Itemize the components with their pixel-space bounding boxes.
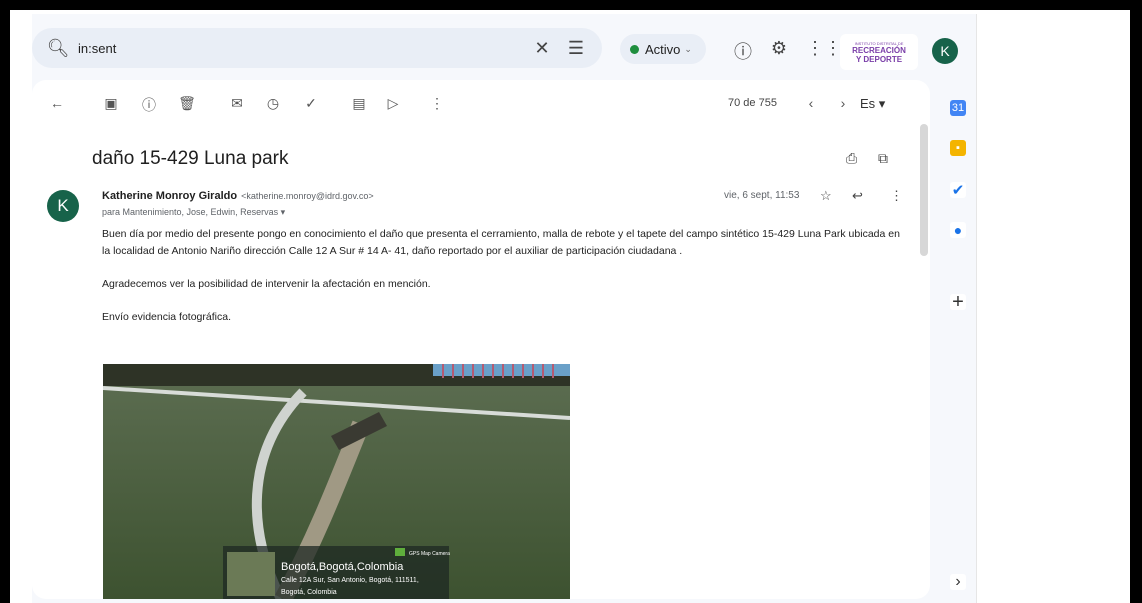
search-options-icon[interactable]: ☰: [564, 38, 588, 59]
snooze-icon[interactable]: ◷: [264, 95, 282, 112]
body-paragraph: Agradecemos ver la posibilidad de interv…: [102, 278, 431, 290]
expand-panel-icon[interactable]: ›: [950, 573, 966, 590]
body-paragraph: Buen día por medio del presente pongo en…: [102, 228, 900, 257]
calendar-icon[interactable]: 31: [950, 100, 966, 116]
search-input[interactable]: in:sent: [78, 41, 530, 56]
body-paragraph: Envío evidencia fotográfica.: [102, 311, 231, 323]
message-toolbar: ← ▣ ⓘ 🗑︎ ✉ ◷ ✓ ▤ ▷ ⋮ 70 de 755 ‹ › Es ▾: [32, 80, 930, 126]
chevron-down-icon: ⌄: [684, 43, 692, 54]
gmail-app: 🔍︎ in:sent ✕ ☰ Activo ⌄ ⓘ ⚙ ⋮⋮ INSTITUTO…: [32, 14, 976, 603]
email-subject: daño 15-429 Luna park: [92, 148, 289, 169]
search-icon[interactable]: 🔍︎: [46, 38, 70, 59]
contacts-icon[interactable]: ●: [950, 222, 966, 238]
archive-icon[interactable]: ▣: [102, 95, 120, 112]
sender-email: <katherine.monroy@idrd.gov.co>: [241, 191, 374, 201]
attached-photo[interactable]: GPS Map Camera Bogotá,Bogotá,Colombia Ca…: [103, 364, 570, 599]
reply-icon[interactable]: ↩: [852, 188, 863, 204]
photo-address: Calle 12A Sur, San Antonio, Bogotá, 1115…: [281, 577, 419, 584]
photo-address-2: Bogotá, Colombia: [281, 589, 337, 596]
org-logo[interactable]: INSTITUTO DISTRITAL DE RECREACIÓN Y DEPO…: [840, 34, 918, 70]
back-arrow-icon[interactable]: ←: [48, 95, 66, 111]
recipients-toggle[interactable]: para Mantenimiento, Jose, Edwin, Reserva…: [102, 207, 285, 218]
apps-grid-icon[interactable]: ⋮⋮: [806, 38, 842, 59]
gear-icon[interactable]: ⚙: [768, 38, 790, 59]
scrollbar[interactable]: [920, 124, 928, 256]
status-dot: [630, 44, 639, 54]
star-icon[interactable]: ☆: [820, 188, 832, 204]
add-addon-icon[interactable]: +: [950, 291, 966, 313]
more-options-icon[interactable]: ⋮: [428, 95, 446, 112]
status-button[interactable]: Activo ⌄: [620, 34, 706, 64]
field-photo-image: GPS Map Camera Bogotá,Bogotá,Colombia Ca…: [103, 364, 570, 599]
trash-icon[interactable]: 🗑︎: [178, 95, 196, 112]
add-task-icon[interactable]: ✓: [302, 95, 320, 112]
chevron-right-icon[interactable]: ›: [834, 95, 852, 111]
help-icon[interactable]: ⓘ: [732, 38, 754, 64]
more-options-icon[interactable]: ⋮: [890, 188, 903, 204]
clear-search-icon[interactable]: ✕: [530, 38, 554, 59]
report-spam-icon[interactable]: ⓘ: [140, 95, 158, 115]
divider: [976, 14, 977, 603]
sender-avatar: K: [47, 190, 79, 222]
move-to-icon[interactable]: ▤: [350, 95, 368, 112]
print-icon[interactable]: ⎙: [846, 150, 857, 167]
label-icon[interactable]: ▷: [384, 95, 402, 112]
mark-unread-icon[interactable]: ✉: [228, 95, 246, 112]
email-date: vie, 6 sept, 11:53: [724, 190, 800, 201]
sender-name: Katherine Monroy Giraldo <katherine.monro…: [102, 190, 374, 202]
gmail-window: 🔍︎ in:sent ✕ ☰ Activo ⌄ ⓘ ⚙ ⋮⋮ INSTITUTO…: [10, 10, 1130, 603]
search-bar[interactable]: 🔍︎ in:sent ✕ ☰: [32, 28, 602, 68]
message-counter: 70 de 755: [728, 97, 777, 109]
message-pane: ← ▣ ⓘ 🗑︎ ✉ ◷ ✓ ▤ ▷ ⋮ 70 de 755 ‹ › Es ▾ …: [32, 80, 930, 599]
tasks-icon[interactable]: ✔: [950, 182, 966, 199]
gps-badge: GPS Map Camera: [409, 551, 450, 557]
email-body: Buen día por medio del presente pongo en…: [102, 226, 902, 342]
open-new-window-icon[interactable]: ⧉: [878, 150, 888, 167]
account-avatar[interactable]: K: [932, 38, 958, 64]
side-panel: 31 ▪ ✔ ● + ›: [942, 84, 976, 594]
chevron-left-icon[interactable]: ‹: [802, 95, 820, 111]
photo-location: Bogotá,Bogotá,Colombia: [281, 561, 404, 573]
status-label: Activo: [645, 41, 681, 57]
input-language[interactable]: Es ▾: [860, 96, 885, 112]
keep-icon[interactable]: ▪: [950, 140, 966, 156]
